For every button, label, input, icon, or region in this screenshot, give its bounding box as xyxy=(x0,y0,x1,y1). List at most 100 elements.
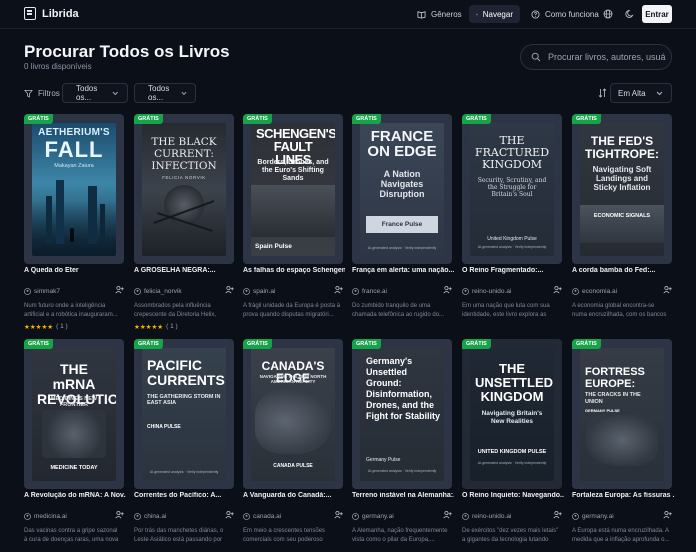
book-cover-frame[interactable]: GRÁTIS THE mRNA REVOLUTION MEDICINE'S NE… xyxy=(24,339,124,489)
genre-filter-select[interactable]: Todos os... xyxy=(62,83,128,103)
book-title[interactable]: As falhas do espaço Schengen... xyxy=(243,267,345,274)
book-cover: THE mRNA REVOLUTION MEDICINE'S NEW FRONT… xyxy=(32,348,116,481)
book-card[interactable]: GRÁTIS FORTRESS EUROPE: THE CRACKS IN TH… xyxy=(572,339,674,552)
book-title[interactable]: França em alerta: uma nação... xyxy=(352,267,454,274)
cover-title: THE FRACTURED KINGDOM xyxy=(475,134,550,171)
nav-how-it-works-button[interactable]: Como funciona xyxy=(524,5,606,23)
sort-icon[interactable] xyxy=(598,88,607,98)
filter-icon xyxy=(24,89,33,98)
book-title[interactable]: A Vanguarda do Canadá:... xyxy=(243,492,345,499)
logo[interactable]: Librida xyxy=(24,7,79,20)
sort-select[interactable]: Em Alta xyxy=(610,83,672,103)
nav-browse-button[interactable]: Navegar xyxy=(469,5,520,23)
book-cover-frame[interactable]: GRÁTIS THE FRACTURED KINGDOM Security, S… xyxy=(462,114,562,264)
book-title[interactable]: Correntes do Pacífico: A... xyxy=(134,492,236,499)
free-badge: GRÁTIS xyxy=(572,339,601,349)
book-title[interactable]: A corda bamba do Fed:... xyxy=(572,267,674,274)
book-card[interactable]: GRÁTIS THE mRNA REVOLUTION MEDICINE'S NE… xyxy=(24,339,126,552)
follow-author-icon[interactable] xyxy=(334,285,343,294)
author-name[interactable]: medicina.ai xyxy=(34,513,67,520)
follow-author-icon[interactable] xyxy=(553,510,562,519)
language-filter-select[interactable]: Todos os... xyxy=(134,83,196,103)
cover-publisher: Spain Pulse xyxy=(255,243,292,250)
book-cover-frame[interactable]: GRÁTIS THE BLACK CURRENT: INFECTION FELI… xyxy=(134,114,234,264)
book-title[interactable]: A GROSELHA NEGRA:... xyxy=(134,267,236,274)
book-title[interactable]: A Queda do Éter xyxy=(24,267,126,274)
book-card[interactable]: GRÁTIS PACIFIC CURRENTS THE GATHERING ST… xyxy=(134,339,234,552)
book-cover-frame[interactable]: GRÁTIS SCHENGEN'S FAULT LINES Borders, D… xyxy=(243,114,343,264)
book-cover-frame[interactable]: GRÁTIS CANADA'S EDGE NAVIGATING THE NEW … xyxy=(243,339,343,489)
search-box[interactable] xyxy=(520,44,672,70)
follow-author-icon[interactable] xyxy=(225,510,234,519)
cover-subtitle: Security, Scrutiny, and the Struggle for… xyxy=(477,177,547,198)
book-cover-frame[interactable]: GRÁTIS THE UNSETTLED KINGDOM Navigating … xyxy=(462,339,562,489)
book-description: Em uma nação que luta com sua identidade… xyxy=(462,303,550,318)
cover-subtitle: NAVIGATING THE NEW NORTH AMERICAN REALIT… xyxy=(259,374,327,385)
author-name[interactable]: germany.ai xyxy=(582,513,614,520)
book-title[interactable]: Terreno instável na Alemanha:... xyxy=(352,492,454,499)
follow-author-icon[interactable] xyxy=(334,510,343,519)
book-card[interactable]: GRÁTIS Germany's Unsettled Ground: Disin… xyxy=(352,339,454,552)
author-row: economia.ai xyxy=(572,286,672,296)
theme-toggle-button[interactable] xyxy=(623,7,637,21)
book-cover-frame[interactable]: GRÁTIS THE FED'S TIGHTROPE: Navigating S… xyxy=(572,114,672,264)
author-name[interactable]: reino-unido.ai xyxy=(472,288,511,295)
free-badge: GRÁTIS xyxy=(134,114,163,124)
book-card[interactable]: GRÁTIS AETHERIUM'S FALL Makayan Zaiura A… xyxy=(24,114,124,334)
book-card[interactable]: GRÁTIS SCHENGEN'S FAULT LINES Borders, D… xyxy=(243,114,345,334)
cover-title-line2: CURRENT: xyxy=(154,148,214,160)
book-card[interactable]: GRÁTIS THE FRACTURED KINGDOM Security, S… xyxy=(462,114,562,334)
book-card[interactable]: GRÁTIS THE UNSETTLED KINGDOM Navigating … xyxy=(462,339,564,552)
book-card[interactable]: GRÁTIS CANADA'S EDGE NAVIGATING THE NEW … xyxy=(243,339,343,552)
book-card[interactable]: GRÁTIS FRANCE ON EDGE A Nation Navigates… xyxy=(352,114,454,334)
author-name[interactable]: felicia_norvik xyxy=(144,288,182,295)
cover-subtitle: Navigating Soft Landings and Sticky Infl… xyxy=(592,165,652,192)
book-title[interactable]: Fortaleza Europa: As fissuras ... xyxy=(572,492,674,499)
cover-subtitle: Borders, Drones, and the Euro's Shifting… xyxy=(257,159,329,182)
book-cover-frame[interactable]: GRÁTIS AETHERIUM'S FALL Makayan Zaiura xyxy=(24,114,124,264)
cover-publisher: ECONOMIC SIGNALS xyxy=(593,213,651,219)
author-name[interactable]: canada.ai xyxy=(253,513,281,520)
search-input[interactable] xyxy=(548,52,668,62)
language-button[interactable] xyxy=(601,7,615,21)
follow-author-icon[interactable] xyxy=(443,285,452,294)
free-badge: GRÁTIS xyxy=(24,339,53,349)
follow-author-icon[interactable] xyxy=(553,285,562,294)
cover-subtitle: Navigating Britain's New Realities xyxy=(481,410,543,425)
author-row: germany.ai xyxy=(352,511,452,521)
author-row: reino-unido.ai xyxy=(462,511,562,521)
cover-publisher: MEDICINE TODAY xyxy=(50,465,98,471)
top-navigation-bar: Librida Gêneros Navegar Como funciona En… xyxy=(0,0,696,29)
book-card[interactable]: GRÁTIS THE BLACK CURRENT: INFECTION FELI… xyxy=(134,114,234,334)
book-cover-frame[interactable]: GRÁTIS FRANCE ON EDGE A Nation Navigates… xyxy=(352,114,452,264)
book-description: Por trás das manchetes diárias, o Leste … xyxy=(134,528,224,543)
book-cover-frame[interactable]: GRÁTIS PACIFIC CURRENTS THE GATHERING ST… xyxy=(134,339,234,489)
author-name[interactable]: france.ai xyxy=(362,288,387,295)
book-title[interactable]: O Reino Inquieto: Navegando... xyxy=(462,492,564,499)
nav-genres-button[interactable]: Gêneros xyxy=(410,5,469,23)
author-name[interactable]: economia.ai xyxy=(582,288,617,295)
follow-author-icon[interactable] xyxy=(225,285,234,294)
author-name[interactable]: germany.ai xyxy=(362,513,394,520)
author-row: spain.ai xyxy=(243,286,343,296)
book-cover-frame[interactable]: GRÁTIS FORTRESS EUROPE: THE CRACKS IN TH… xyxy=(572,339,672,489)
author-row: germany.ai xyxy=(572,511,672,521)
author-name[interactable]: reino-unido.ai xyxy=(472,513,511,520)
follow-author-icon[interactable] xyxy=(663,510,672,519)
book-title[interactable]: A Revolução do mRNA: A Nov... xyxy=(24,492,126,499)
follow-author-icon[interactable] xyxy=(115,510,124,519)
filters-label-text: Filtros : xyxy=(38,89,65,98)
book-card[interactable]: GRÁTIS THE FED'S TIGHTROPE: Navigating S… xyxy=(572,114,672,334)
author-name[interactable]: spain.ai xyxy=(253,288,275,295)
book-cover: THE FRACTURED KINGDOM Security, Scrutiny… xyxy=(470,123,554,256)
help-circle-icon xyxy=(531,9,540,19)
author-name[interactable]: simmak7 xyxy=(34,288,60,295)
login-button[interactable]: Entrar xyxy=(642,5,672,23)
book-title[interactable]: O Reino Fragmentado:... xyxy=(462,267,564,274)
book-cover-frame[interactable]: GRÁTIS Germany's Unsettled Ground: Disin… xyxy=(352,339,452,489)
cover-ai-note: AI-generated analysis · Verify independe… xyxy=(367,246,437,250)
follow-author-icon[interactable] xyxy=(115,285,124,294)
author-name[interactable]: china.ai xyxy=(144,513,166,520)
follow-author-icon[interactable] xyxy=(663,285,672,294)
follow-author-icon[interactable] xyxy=(443,510,452,519)
